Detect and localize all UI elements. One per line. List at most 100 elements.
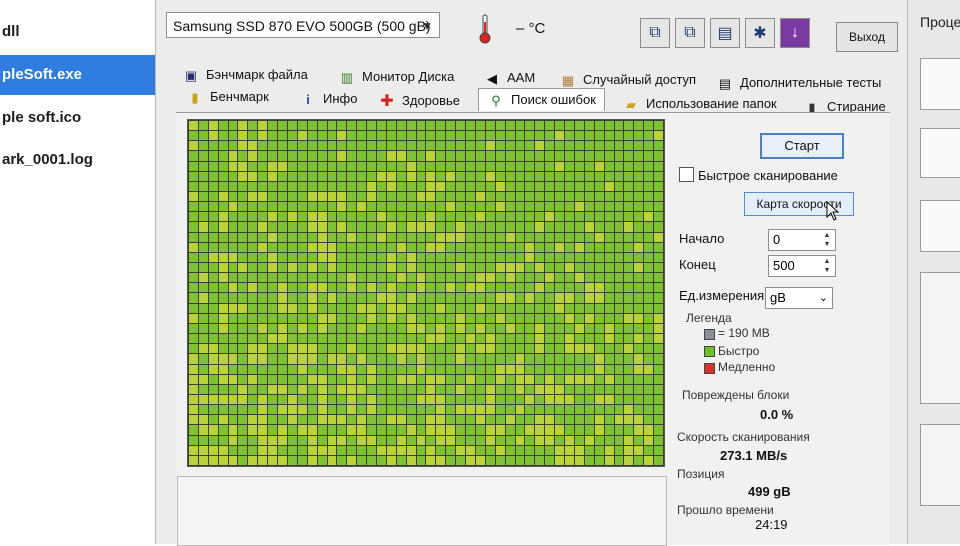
scan-block <box>248 212 258 222</box>
tab-aam[interactable]: ◀ AAM <box>483 67 535 89</box>
scan-block <box>594 405 604 415</box>
scan-block <box>644 415 654 425</box>
scan-block <box>466 394 475 405</box>
scan-block <box>228 121 238 131</box>
exit-button[interactable]: Выход <box>836 22 898 52</box>
scan-block <box>436 435 446 445</box>
scan-block <box>347 415 357 425</box>
scan-block <box>525 161 535 171</box>
scan-block <box>198 252 208 263</box>
scan-block <box>268 181 278 192</box>
scan-block <box>555 131 565 141</box>
drive-select[interactable]: Samsung SSD 870 EVO 500GB (500 gB) ▼ <box>166 12 440 38</box>
scan-block <box>485 384 495 394</box>
scan-block <box>446 151 456 161</box>
scan-block <box>654 171 663 181</box>
scan-block <box>406 313 416 323</box>
scan-block <box>278 293 287 303</box>
scan-block <box>317 435 327 445</box>
file-item-ico[interactable]: ple soft.ico <box>0 98 157 138</box>
unit-select[interactable]: gB ⌄ <box>765 287 833 309</box>
scan-block <box>565 263 574 273</box>
scan-block <box>208 161 218 171</box>
scan-block <box>416 242 426 252</box>
scan-block <box>456 364 466 374</box>
scan-block <box>654 293 663 303</box>
scan-block <box>386 283 396 293</box>
scan-block <box>574 242 584 252</box>
tab-info[interactable]: i Инфо <box>299 88 357 110</box>
scan-block <box>416 141 426 151</box>
unit-label: Ед.измерения <box>679 288 765 303</box>
scan-block <box>396 334 406 344</box>
scan-block <box>248 242 258 252</box>
scan-block <box>475 344 485 354</box>
scan-block <box>297 364 307 374</box>
file-item-dll[interactable]: dll <box>0 12 157 52</box>
scan-block <box>426 303 436 313</box>
start-field[interactable]: 0 ▲ ▼ <box>768 229 836 251</box>
scan-block <box>228 252 238 263</box>
scan-block <box>347 263 357 273</box>
scan-block <box>604 222 614 232</box>
scan-block <box>327 192 337 202</box>
scan-block <box>416 323 426 334</box>
scan-block <box>367 283 377 293</box>
tab-benchmark[interactable]: ▮ Бенчмарк <box>186 86 268 108</box>
scan-block <box>317 293 327 303</box>
spinner-arrows-icon[interactable]: ▲ ▼ <box>821 231 833 249</box>
scan-block <box>515 232 525 242</box>
scan-block <box>208 313 218 323</box>
save-icon[interactable]: ▤ <box>710 18 740 48</box>
scan-block <box>258 192 268 202</box>
scan-block <box>238 425 248 435</box>
scan-block <box>574 334 584 344</box>
scan-block <box>377 151 386 161</box>
scan-block <box>495 313 505 323</box>
scan-block <box>307 445 317 455</box>
scan-block <box>644 141 654 151</box>
file-item-log[interactable]: ark_0001.log <box>0 140 157 180</box>
scan-block <box>268 283 278 293</box>
scan-block <box>565 202 574 212</box>
scan-block <box>386 394 396 405</box>
scan-block <box>208 364 218 374</box>
tab-label: Монитор Диска <box>362 69 455 84</box>
end-field[interactable]: 500 ▲ ▼ <box>768 255 836 277</box>
scan-block <box>525 232 535 242</box>
tab-error-scan[interactable]: ⚲ Поиск ошибок <box>478 88 605 111</box>
scan-block <box>297 354 307 364</box>
file-item-exe[interactable]: pleSoft.exe <box>0 55 157 95</box>
scan-block <box>604 445 614 455</box>
quick-scan-checkbox[interactable] <box>679 167 694 182</box>
scan-block <box>634 263 644 273</box>
scan-block <box>396 303 406 313</box>
tab-label: Случайный доступ <box>583 72 697 87</box>
scan-block <box>456 303 466 313</box>
scan-block <box>189 121 198 131</box>
options-icon[interactable]: ✱ <box>745 18 775 48</box>
download-icon[interactable]: ↓ <box>780 18 810 48</box>
tab-disk-monitor[interactable]: ▥ Монитор Диска <box>338 66 454 88</box>
scan-block <box>614 425 624 435</box>
scan-block <box>475 384 485 394</box>
scan-block <box>337 242 347 252</box>
scan-block <box>624 181 634 192</box>
scan-block <box>367 374 377 384</box>
spinner-arrows-icon[interactable]: ▲ ▼ <box>821 257 833 275</box>
scan-block <box>327 313 337 323</box>
scan-block <box>307 171 317 181</box>
tab-file-benchmark[interactable]: ▣ Бэнчмарк файла <box>182 64 308 86</box>
tab-extra-tests[interactable]: ▤ Дополнительные тесты <box>716 72 882 94</box>
copy-text-icon[interactable]: ⧉ <box>675 18 705 48</box>
scan-block <box>614 171 624 181</box>
scan-block <box>574 374 584 384</box>
scan-block <box>317 384 327 394</box>
scan-block <box>307 121 317 131</box>
scan-block <box>287 293 297 303</box>
start-button[interactable]: Старт <box>760 133 844 159</box>
legend-swatch-fast <box>704 346 715 357</box>
copy-icon[interactable]: ⧉ <box>640 18 670 48</box>
scan-block <box>495 384 505 394</box>
tab-health[interactable]: ✚ Здоровье <box>378 90 460 112</box>
